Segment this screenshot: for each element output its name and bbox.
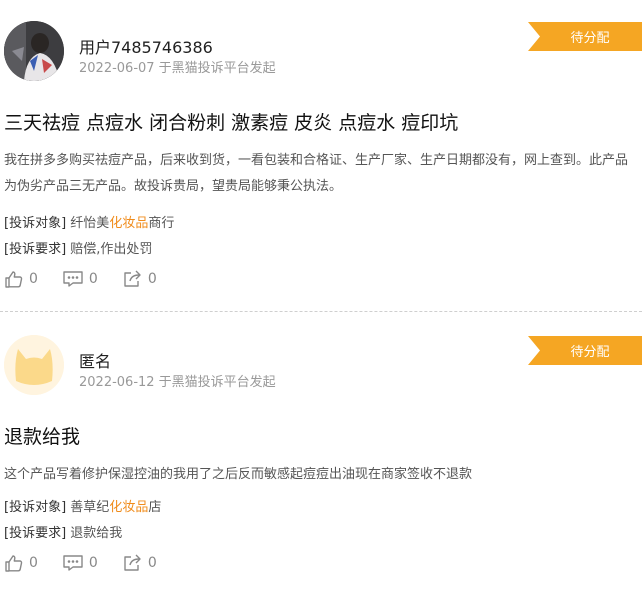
complaint-card[interactable]: 用户7485746386 2022-06-07 于黑猫投诉平台发起 待分配 三天…	[0, 0, 642, 312]
status-badge: 待分配	[528, 22, 642, 51]
complaint-card[interactable]: 匿名 2022-06-12 于黑猫投诉平台发起 待分配 退款给我 这个产品写着修…	[0, 314, 642, 594]
share-count: 0	[147, 555, 157, 571]
target-name[interactable]: 纤怡美化妆品商行	[70, 216, 174, 231]
avatar[interactable]	[4, 21, 64, 81]
complaint-request: [投诉要求] 退款给我	[4, 522, 122, 541]
complaint-description: 这个产品写着修护保湿控油的我用了之后反而敏感起痘痘出油现在商家签收不退款	[4, 467, 473, 482]
post-meta: 2022-06-12 于黑猫投诉平台发起	[79, 375, 276, 390]
share-icon	[124, 554, 141, 571]
comment-icon	[63, 555, 83, 571]
share-button[interactable]: 0	[122, 269, 157, 289]
complaint-title[interactable]: 三天祛痘 点痘水 闭合粉刺 激素痘 皮炎 点痘水 痘印坑	[4, 108, 458, 135]
like-button[interactable]: 0	[4, 553, 38, 573]
request-value: 退款给我	[70, 526, 123, 541]
user-name[interactable]: 匿名	[79, 348, 111, 372]
divider	[0, 311, 642, 312]
avatar[interactable]	[4, 335, 64, 395]
thumbs-up-icon	[5, 555, 23, 572]
like-count: 0	[29, 555, 38, 571]
action-bar: 0 0 0	[4, 552, 181, 574]
request-label: [投诉要求]	[4, 242, 67, 257]
request-value: 赔偿,作出处罚	[70, 242, 153, 257]
comment-count: 0	[88, 271, 98, 287]
complaint-target: [投诉对象] 纤怡美化妆品商行	[4, 212, 174, 231]
target-label: [投诉对象]	[4, 216, 67, 231]
cat-avatar-icon	[4, 335, 64, 395]
comment-icon	[63, 271, 83, 287]
thumbs-up-icon	[5, 271, 23, 288]
target-label: [投诉对象]	[4, 500, 67, 515]
like-button[interactable]: 0	[4, 269, 38, 289]
request-label: [投诉要求]	[4, 526, 67, 541]
comment-count: 0	[88, 555, 98, 571]
comment-button[interactable]: 0	[62, 269, 98, 289]
user-name[interactable]: 用户7485746386	[79, 34, 213, 58]
post-meta: 2022-06-07 于黑猫投诉平台发起	[79, 61, 276, 76]
complaint-description: 我在拼多多购买祛痘产品，后来收到货，一看包装和合格证、生产厂家、生产日期都没有，…	[4, 153, 629, 194]
complaint-target: [投诉对象] 善草纪化妆品店	[4, 496, 161, 515]
like-count: 0	[29, 271, 38, 287]
share-button[interactable]: 0	[122, 553, 157, 573]
status-badge: 待分配	[528, 336, 642, 365]
complaint-request: [投诉要求] 赔偿,作出处罚	[4, 238, 152, 257]
comment-button[interactable]: 0	[62, 553, 98, 573]
complaint-title[interactable]: 退款给我	[4, 422, 80, 449]
share-count: 0	[147, 271, 157, 287]
target-name[interactable]: 善草纪化妆品店	[70, 500, 161, 515]
share-icon	[124, 270, 141, 287]
action-bar: 0 0 0	[4, 268, 181, 290]
